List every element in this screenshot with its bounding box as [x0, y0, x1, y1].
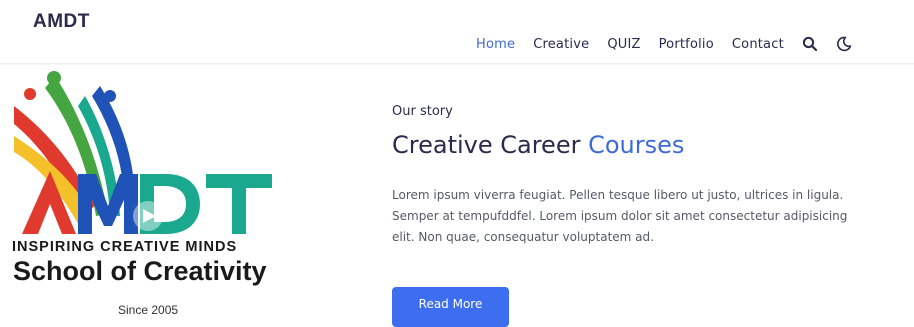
nav-contact[interactable]: Contact: [732, 37, 784, 52]
main-nav: Home Creative QUIZ Portfolio Contact: [476, 34, 870, 54]
section-eyebrow: Our story: [392, 104, 453, 119]
nav-portfolio[interactable]: Portfolio: [659, 37, 714, 52]
logo-school-name: School of Creativity: [13, 256, 267, 286]
section-body: Lorem ipsum viverra feugiat. Pellen tesq…: [392, 188, 848, 244]
read-more-button[interactable]: Read More: [392, 287, 509, 327]
headline-main: Creative Career: [392, 131, 581, 159]
header-divider: [0, 63, 914, 65]
brand-logo-text[interactable]: AMDT: [33, 11, 90, 33]
nav-quiz[interactable]: QUIZ: [607, 37, 640, 52]
moon-icon[interactable]: [836, 36, 852, 52]
nav-home[interactable]: Home: [476, 37, 515, 52]
section-headline: Creative Career Courses: [392, 131, 684, 159]
nav-creative[interactable]: Creative: [533, 37, 589, 52]
headline-accent: Courses: [588, 131, 685, 159]
logo-since: Since 2005: [118, 303, 179, 317]
logo-tagline: INSPIRING CREATIVE MINDS: [12, 239, 238, 255]
search-icon[interactable]: [802, 36, 818, 52]
